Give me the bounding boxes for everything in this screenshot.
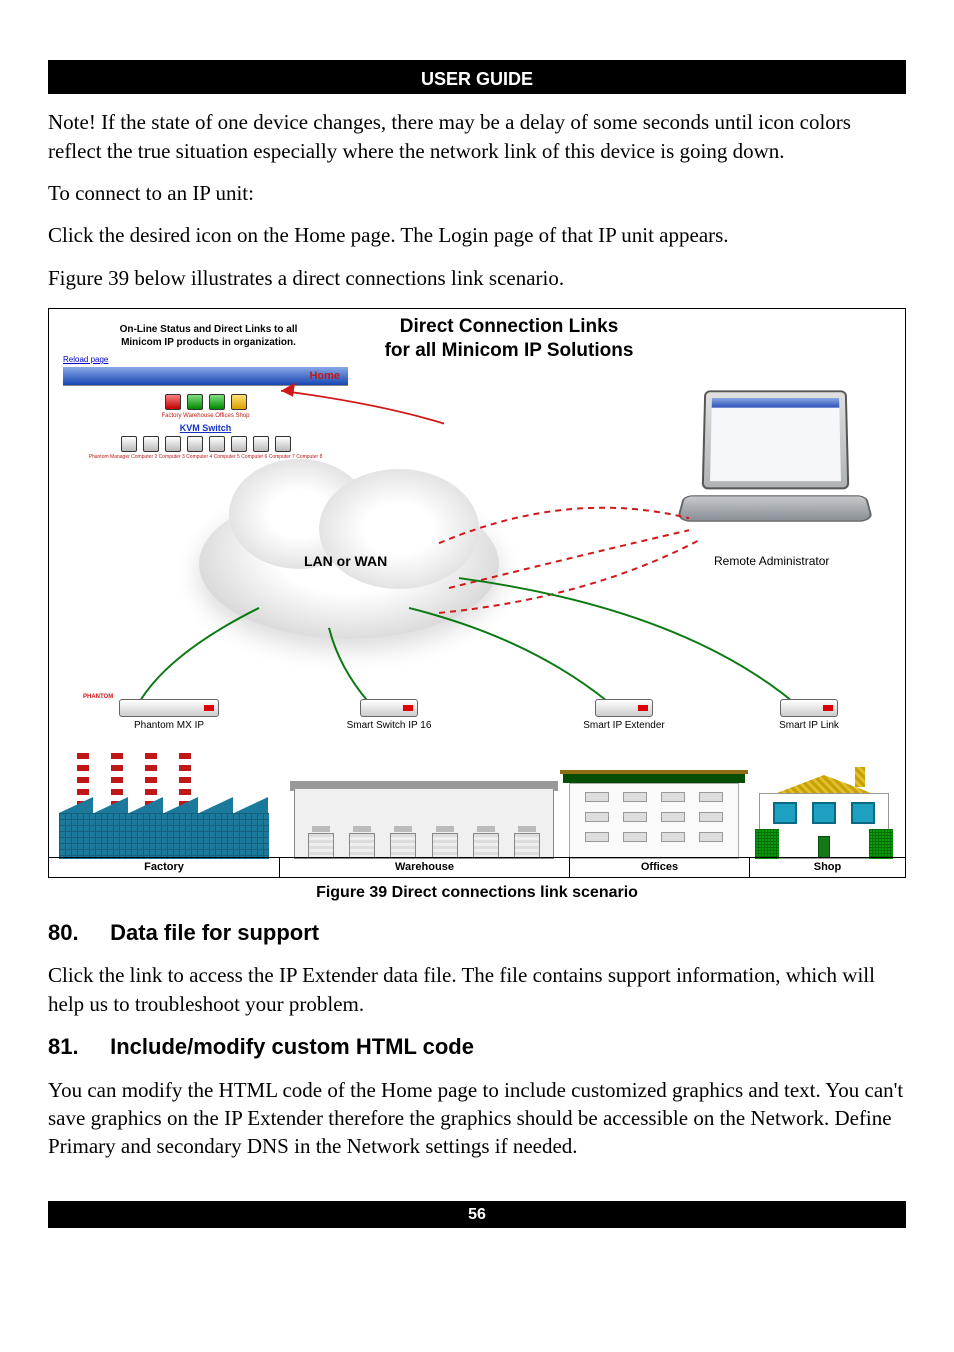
lan-wan-label: LAN or WAN (304, 552, 387, 571)
label-factory: Factory (49, 857, 279, 877)
device-smart-switch: Smart Switch IP 16 (329, 699, 449, 733)
section-80-title: Data file for support (110, 920, 319, 945)
device-smart-link: Smart IP Link (749, 699, 869, 733)
device-box (780, 699, 838, 717)
connect-intro: To connect to an IP unit: (48, 179, 906, 207)
shop-icon (759, 775, 889, 859)
phantom-tag: PHANTOM (83, 693, 113, 701)
figure-39: Direct Connection Links for all Minicom … (48, 308, 906, 878)
label-warehouse: Warehouse (279, 857, 569, 877)
offices-icon (569, 773, 739, 859)
section-80-number: 80. (48, 918, 104, 948)
figure-caption: Figure 39 Direct connections link scenar… (48, 882, 906, 904)
section-80-body: Click the link to access the IP Extender… (48, 961, 906, 1018)
label-shop: Shop (749, 857, 905, 877)
section-80-heading: 80. Data file for support (48, 918, 906, 948)
device-phantom: PHANTOM Phantom MX IP (89, 699, 249, 733)
figure-reference: Figure 39 below illustrates a direct con… (48, 264, 906, 292)
device-box (360, 699, 418, 717)
connect-step: Click the desired icon on the Home page.… (48, 221, 906, 249)
device-label: Smart IP Link (779, 720, 839, 731)
device-box (119, 699, 219, 717)
device-label: Phantom MX IP (134, 720, 204, 731)
section-81-body: You can modify the HTML code of the Home… (48, 1076, 906, 1161)
page-number: 56 (468, 1206, 486, 1223)
section-81-heading: 81. Include/modify custom HTML code (48, 1032, 906, 1062)
header-title: USER GUIDE (421, 69, 533, 89)
device-row: PHANTOM Phantom MX IP Smart Switch IP 16… (49, 699, 905, 735)
device-label: Smart Switch IP 16 (347, 720, 432, 731)
section-81-title: Include/modify custom HTML code (110, 1034, 474, 1059)
factory-icon (59, 749, 269, 859)
note-paragraph: Note! If the state of one device changes… (48, 108, 906, 165)
device-label: Smart IP Extender (583, 720, 665, 731)
header-bar: USER GUIDE (48, 60, 906, 94)
locations-row: Factory Warehouse Offices Shop (49, 747, 905, 877)
label-offices: Offices (569, 857, 749, 877)
location-labels: Factory Warehouse Offices Shop (49, 857, 905, 877)
device-box (595, 699, 653, 717)
footer-bar: 56 (48, 1201, 906, 1229)
section-81-number: 81. (48, 1032, 104, 1062)
device-smart-extender: Smart IP Extender (559, 699, 689, 733)
warehouse-icon (294, 789, 554, 859)
